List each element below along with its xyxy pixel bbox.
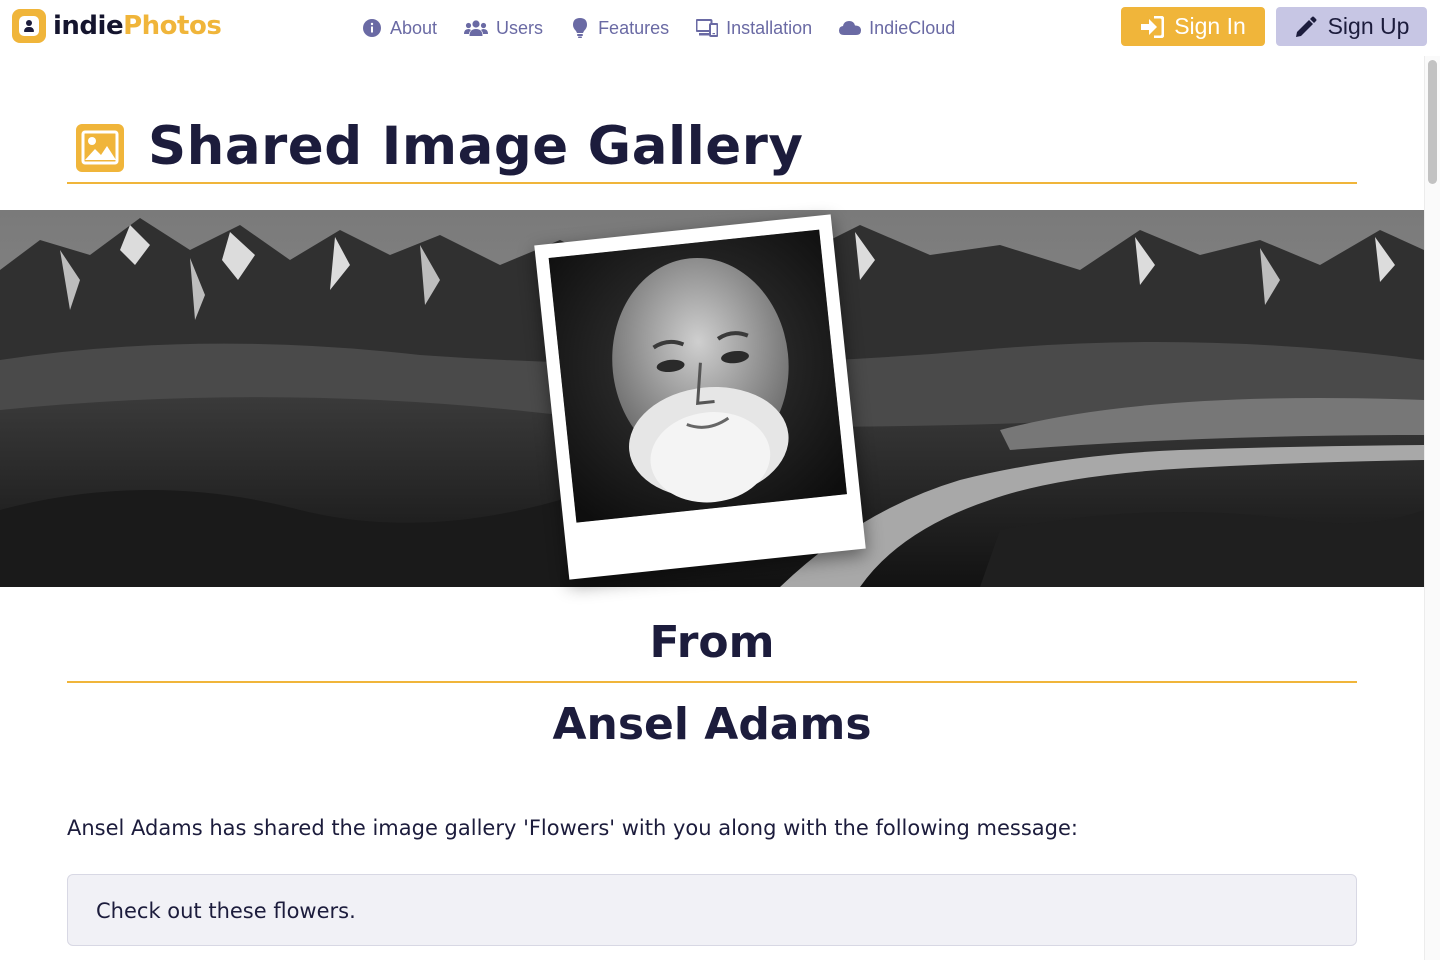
- cloud-icon: [839, 18, 862, 38]
- nav-item-label: IndieCloud: [869, 18, 956, 38]
- brand-name-part1: indie: [53, 11, 124, 41]
- nav-item-features[interactable]: Features: [570, 16, 669, 40]
- sign-in-icon: [1140, 15, 1165, 39]
- sign-in-label: Sign In: [1174, 13, 1246, 39]
- devices-icon: [696, 18, 719, 38]
- nav-item-label: Installation: [726, 18, 813, 38]
- share-description: Ansel Adams has shared the image gallery…: [67, 816, 1078, 840]
- sign-in-button[interactable]: Sign In: [1121, 7, 1265, 46]
- from-heading: From: [649, 617, 775, 668]
- sign-up-label: Sign Up: [1327, 13, 1410, 39]
- nav-item-about[interactable]: About: [362, 16, 437, 40]
- nav-item-installation[interactable]: Installation: [696, 16, 812, 40]
- brand-name-part2: Photos: [123, 11, 222, 41]
- brand-logo-link[interactable]: indiePhotos: [12, 9, 222, 43]
- nav-item-indiecloud[interactable]: IndieCloud: [839, 16, 955, 40]
- owner-photo-card: [534, 214, 866, 580]
- nav-item-label: About: [390, 18, 438, 38]
- sign-up-button[interactable]: Sign Up: [1276, 7, 1427, 46]
- nav-item-label: Users: [496, 18, 544, 38]
- top-navbar: indiePhotos About Users Features Install…: [0, 0, 1440, 56]
- pencil-icon: [1294, 15, 1318, 39]
- lightbulb-icon: [570, 18, 590, 38]
- share-message-text: Check out these flowers.: [96, 899, 356, 923]
- nav-item-users[interactable]: Users: [464, 16, 543, 40]
- user-portrait-icon: [12, 9, 46, 43]
- page-scrollbar[interactable]: [1424, 56, 1440, 960]
- page-title: Shared Image Gallery: [148, 116, 804, 177]
- main-nav: About Users Features Installation IndieC…: [362, 16, 982, 40]
- info-circle-icon: [362, 18, 382, 38]
- brand-name: indiePhotos: [53, 9, 222, 43]
- nav-item-label: Features: [598, 18, 670, 38]
- image-icon: [76, 124, 124, 172]
- share-message-box: Check out these flowers.: [67, 874, 1357, 946]
- from-section: From: [67, 612, 1357, 683]
- owner-name: Ansel Adams: [552, 699, 872, 750]
- users-icon: [464, 18, 489, 38]
- owner-portrait-image: [548, 229, 847, 523]
- page-header: Shared Image Gallery: [67, 104, 1357, 184]
- scrollbar-thumb[interactable]: [1428, 60, 1437, 184]
